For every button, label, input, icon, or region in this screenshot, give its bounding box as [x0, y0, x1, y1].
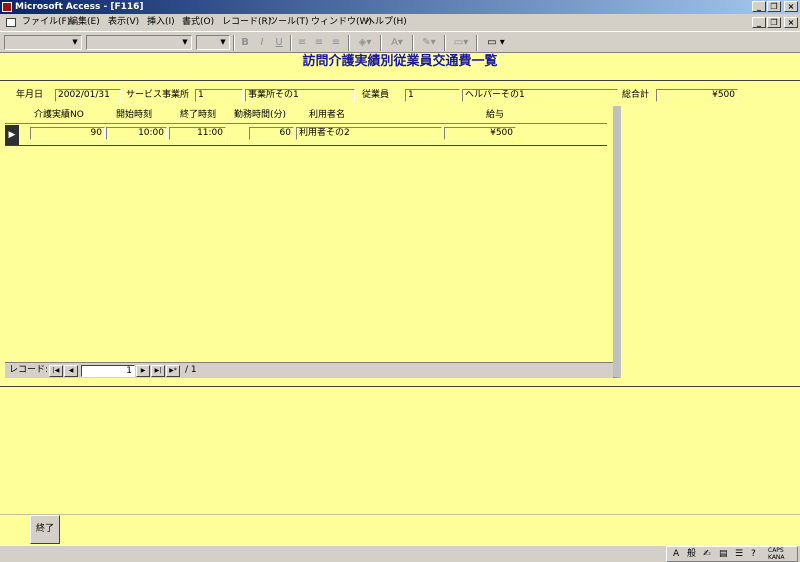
record-selector[interactable]: ▶	[5, 125, 19, 145]
menu-window[interactable]: ウィンドウ(W)	[311, 14, 372, 31]
prev-record-icon[interactable]: ◀	[64, 365, 78, 377]
ime-mode-indicator[interactable]: A	[673, 547, 679, 561]
menu-bar: ファイル(F) 編集(E) 表示(V) 挿入(I) 書式(O) レコード(R) …	[0, 14, 800, 31]
toolbar-separator	[348, 35, 350, 51]
caps-kana-indicator: CAPS KANA	[768, 547, 785, 561]
pay-cell[interactable]: ¥500	[444, 127, 516, 140]
column-header: 介護実績NO	[34, 110, 84, 120]
window-titlebar: Microsoft Access - [F116] _ ❐ ×	[0, 0, 800, 14]
total-label: 総合計	[622, 90, 650, 100]
object-combo[interactable]: ▼	[4, 35, 82, 50]
special-effect-icon[interactable]: ▭ ▾	[480, 35, 512, 51]
doc-restore-icon[interactable]: ❐	[767, 17, 781, 28]
record-number-input[interactable]: 1	[81, 365, 135, 377]
form-title: 訪問介護実績別従業員交通費一覧	[302, 54, 498, 69]
employee-label: 従業員	[362, 90, 390, 100]
record-no-cell[interactable]: 90	[30, 127, 105, 140]
last-record-icon[interactable]: ▶|	[151, 365, 165, 377]
align-left-icon[interactable]: ≡	[293, 35, 311, 51]
menu-records[interactable]: レコード(R)	[222, 14, 271, 31]
start-time-cell[interactable]: 10:00	[106, 127, 167, 140]
ime-help-icon[interactable]: ?	[751, 547, 756, 561]
doc-close-icon[interactable]: ×	[784, 17, 798, 28]
column-header: 利用者名	[309, 110, 346, 120]
window-title: Microsoft Access - [F116]	[15, 2, 144, 12]
line-color-icon[interactable]: ✎▾	[416, 35, 442, 51]
ime-pad-icon[interactable]: ✍	[703, 547, 711, 561]
menu-file[interactable]: ファイル(F)	[22, 14, 70, 31]
client-name-cell[interactable]: 利用者その2	[296, 127, 442, 140]
align-right-icon[interactable]: ≡	[327, 35, 345, 51]
footer-bottom-line	[0, 514, 800, 515]
minimize-icon[interactable]: _	[752, 1, 766, 12]
column-header: 開始時刻	[116, 110, 153, 120]
chevron-down-icon: ▼	[220, 38, 226, 46]
ime-properties-icon[interactable]: ☰	[735, 547, 743, 561]
menu-insert[interactable]: 挿入(I)	[147, 14, 175, 31]
footer-divider	[0, 386, 800, 387]
close-icon[interactable]: ×	[784, 1, 798, 12]
menu-format[interactable]: 書式(O)	[182, 14, 214, 31]
chevron-down-icon: ▼	[182, 38, 188, 46]
toolbar-separator	[412, 35, 414, 51]
status-bar: A 般 ✍ ▤ ☰ ? CAPS KANA	[0, 545, 800, 562]
first-record-icon[interactable]: |◀	[49, 365, 63, 377]
office-label: サービス事業所	[126, 90, 190, 100]
minutes-cell[interactable]: 60	[249, 127, 294, 140]
menu-view[interactable]: 表示(V)	[108, 14, 139, 31]
chevron-down-icon: ▼	[72, 38, 78, 46]
restore-icon[interactable]: ❐	[767, 1, 781, 12]
fill-color-icon[interactable]: ◈▾	[352, 35, 378, 51]
italic-button[interactable]: I	[253, 35, 271, 51]
toolbar-separator	[233, 35, 235, 51]
toolbar-separator	[476, 35, 478, 51]
date-field[interactable]: 2002/01/31	[55, 89, 121, 102]
font-name-combo[interactable]: ▼	[86, 35, 192, 50]
font-color-icon[interactable]: A▾	[384, 35, 410, 51]
column-header: 勤務時間(分)	[234, 110, 287, 120]
doc-minimize-icon[interactable]: _	[752, 17, 766, 28]
header-divider	[0, 80, 800, 81]
font-size-combo[interactable]: ▼	[196, 35, 230, 50]
office-name-field[interactable]: 事業所その1	[245, 89, 355, 102]
underline-button[interactable]: U	[270, 35, 288, 51]
bold-button[interactable]: B	[236, 35, 254, 51]
line-width-icon[interactable]: ▭▾	[448, 35, 474, 51]
employee-name-field[interactable]: ヘルパーその1	[462, 89, 618, 102]
menu-tools[interactable]: ツール(T)	[269, 14, 309, 31]
next-record-icon[interactable]: ▶	[136, 365, 150, 377]
ime-dictionary-icon[interactable]: ▤	[719, 547, 728, 561]
subform	[5, 106, 621, 378]
record-total: / 1	[185, 365, 197, 375]
record-navigator: レコード: |◀ ◀ 1 ▶ ▶| ▶* / 1	[5, 362, 613, 378]
access-app-icon	[2, 2, 12, 12]
caps-indicator: CAPS	[768, 547, 784, 554]
row-divider	[5, 145, 607, 146]
close-button[interactable]: 終了	[30, 515, 60, 544]
column-header: 給与	[486, 110, 505, 120]
total-field[interactable]: ¥500	[656, 89, 738, 102]
record-nav-label: レコード:	[9, 365, 49, 375]
ime-kanji-indicator[interactable]: 般	[687, 547, 696, 561]
menu-edit[interactable]: 編集(E)	[69, 14, 100, 31]
kana-indicator: KANA	[768, 554, 785, 561]
toolbar-separator	[380, 35, 382, 51]
formatting-toolbar: ▼ ▼ ▼ B I U ≡ ≡ ≡ ◈▾ A▾ ✎▾ ▭▾ ▭ ▾	[0, 31, 800, 53]
toolbar-separator	[444, 35, 446, 51]
column-header: 終了時刻	[180, 110, 217, 120]
align-center-icon[interactable]: ≡	[310, 35, 328, 51]
date-label: 年月日	[16, 90, 44, 100]
menu-help[interactable]: ヘルプ(H)	[366, 14, 407, 31]
document-icon[interactable]	[6, 18, 16, 27]
new-record-icon[interactable]: ▶*	[166, 365, 180, 377]
column-header-divider	[5, 123, 607, 124]
office-code-field[interactable]: 1	[195, 89, 243, 102]
ime-toolbar: A 般 ✍ ▤ ☰ ? CAPS KANA	[666, 546, 798, 562]
employee-code-field[interactable]: 1	[405, 89, 460, 102]
toolbar-separator	[290, 35, 292, 51]
end-time-cell[interactable]: 11:00	[169, 127, 226, 140]
